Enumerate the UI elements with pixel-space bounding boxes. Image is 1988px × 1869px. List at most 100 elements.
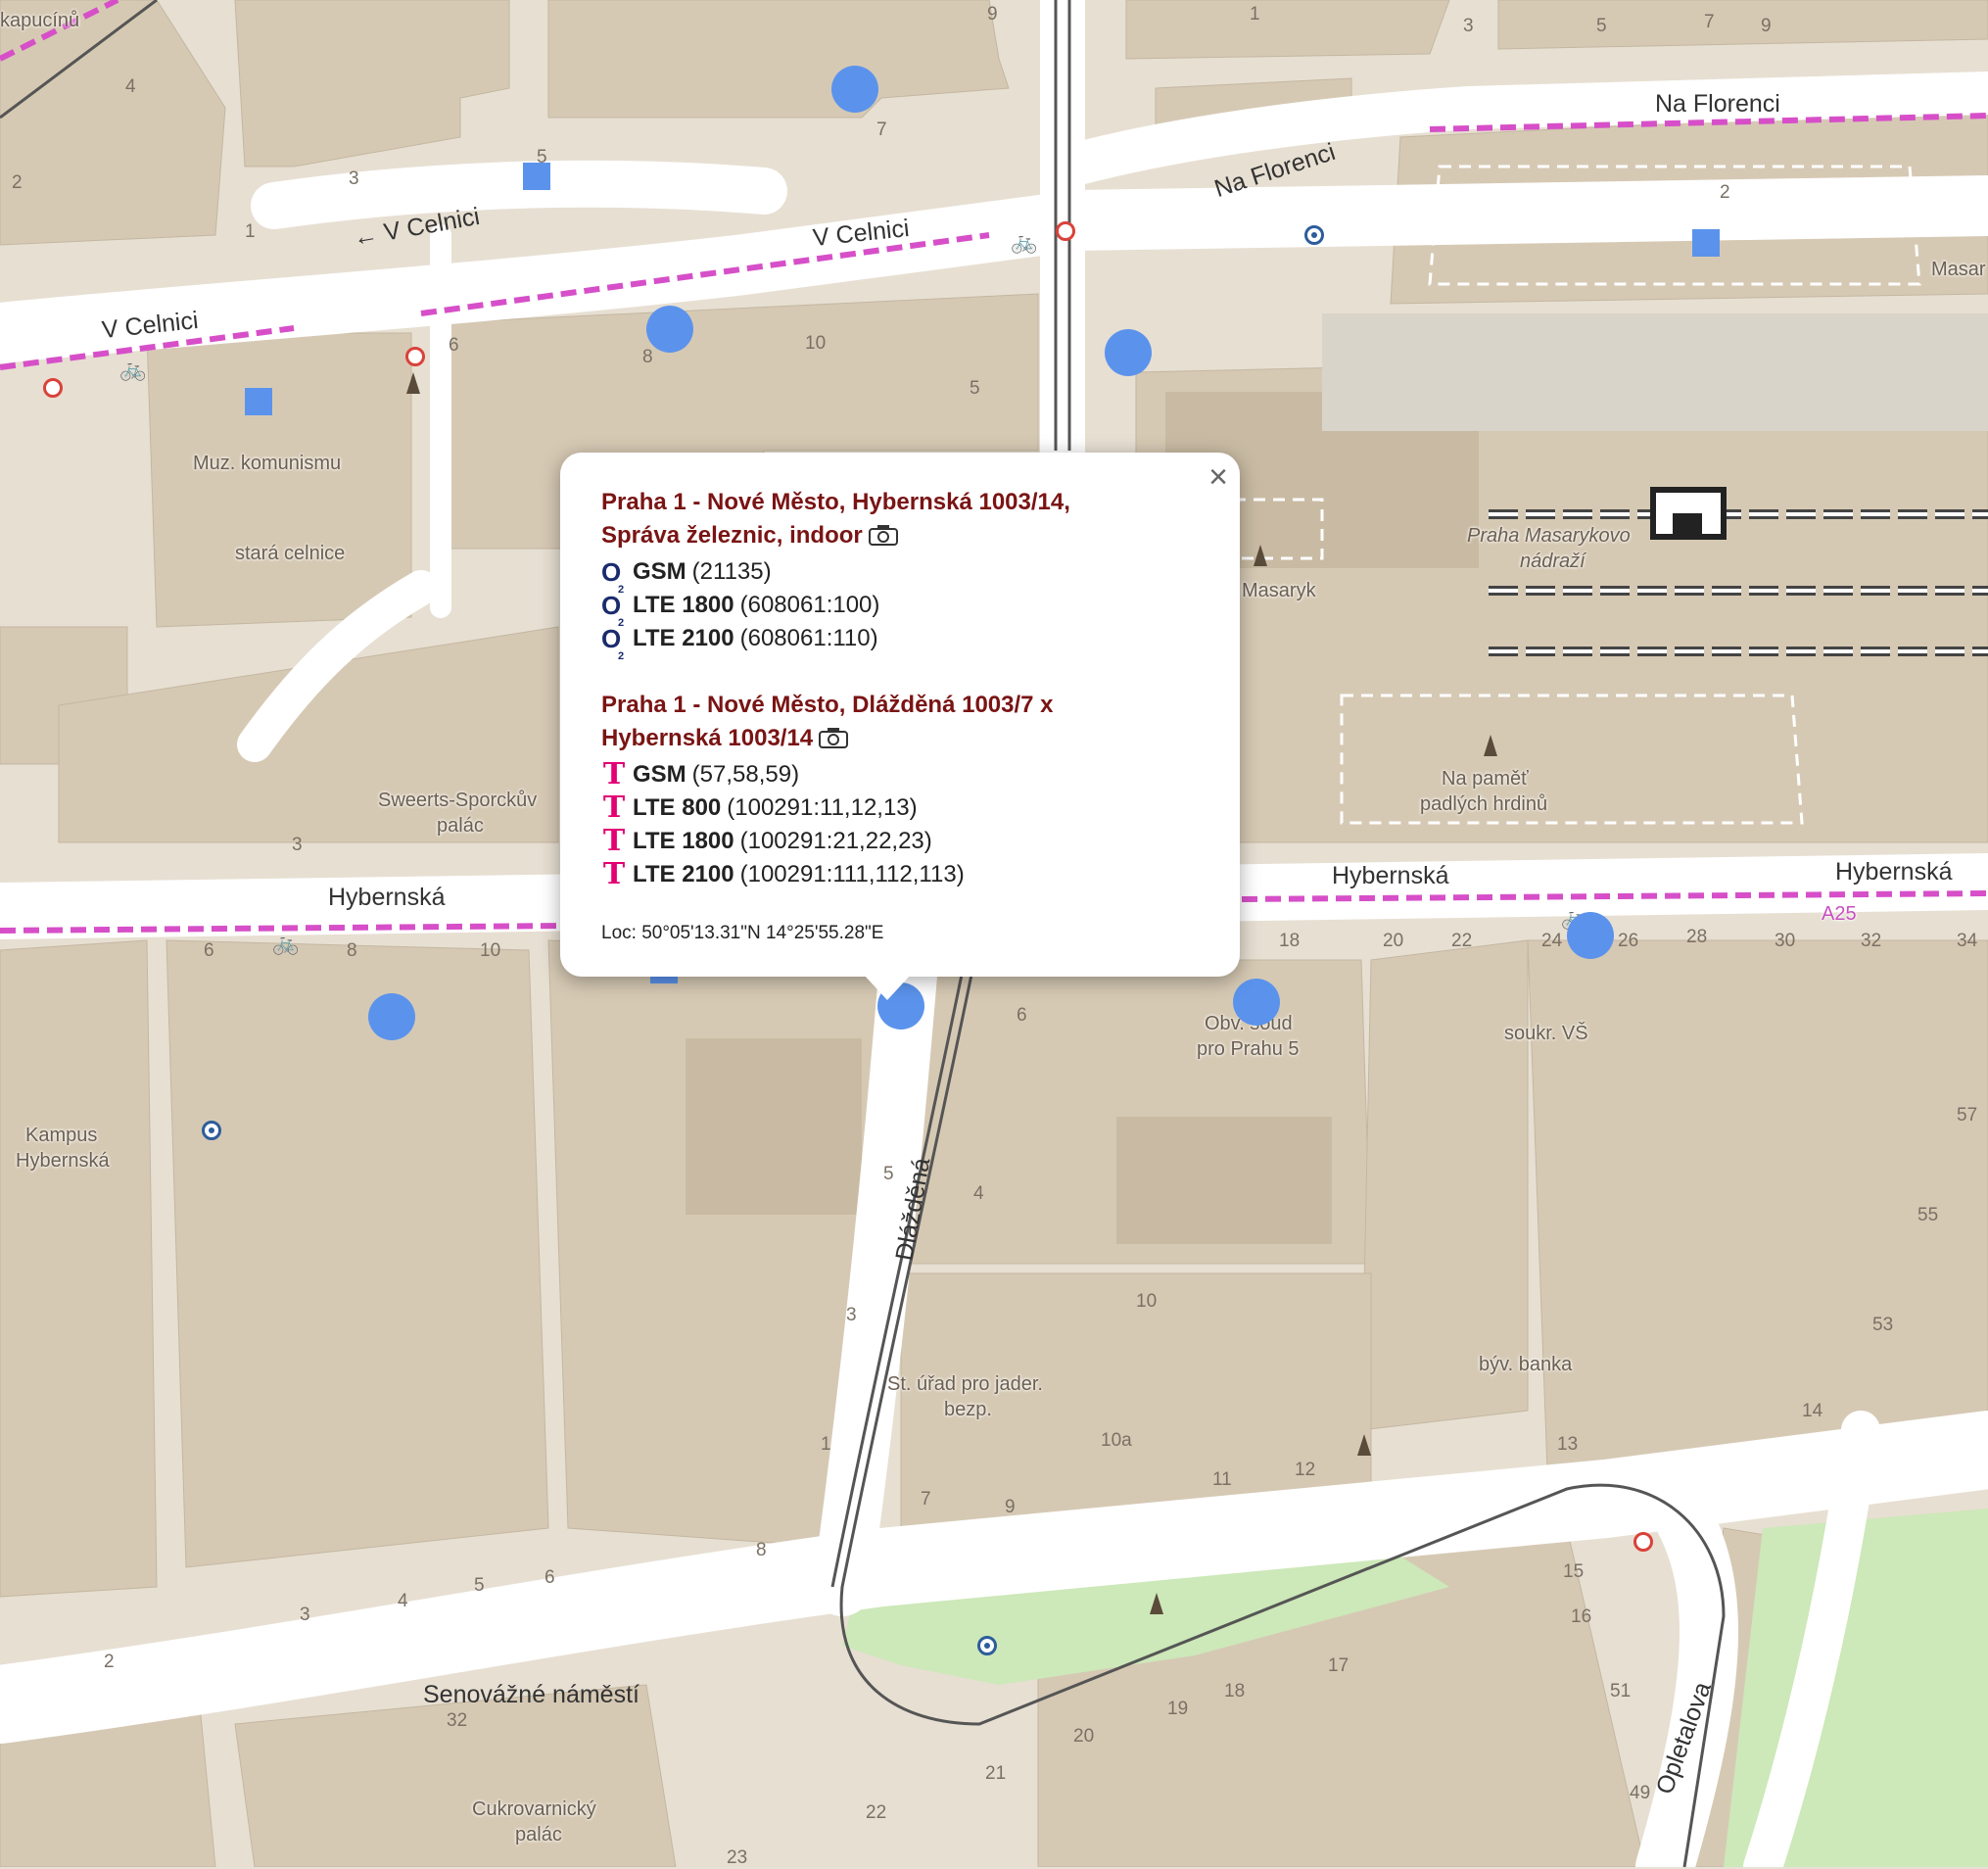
house-number: 3 — [300, 1605, 310, 1625]
house-number: 20 — [1383, 931, 1404, 951]
house-number: 21 — [985, 1763, 1007, 1784]
poi-label: pro Prahu 5 — [1197, 1038, 1300, 1060]
cell-ids: (21135) — [691, 558, 772, 585]
house-number: 6 — [1017, 1005, 1027, 1026]
site-title[interactable]: Hybernská 1003/14 — [601, 722, 1201, 758]
poi-label: nádraží — [1520, 551, 1586, 572]
house-number: 15 — [1563, 1561, 1585, 1582]
street-label: Hybernská — [328, 884, 446, 911]
site-block: Praha 1 - Nové Město, Dlážděná 1003/7 x … — [601, 689, 1201, 891]
cell-site-marker[interactable] — [831, 66, 878, 113]
cell-site-square-marker[interactable] — [523, 163, 550, 190]
close-icon[interactable]: × — [1208, 460, 1228, 494]
poi-label: Na paměť — [1442, 768, 1529, 790]
house-number: 6 — [449, 335, 459, 356]
house-number: 10 — [1136, 1291, 1158, 1312]
poi-label: stará celnice — [235, 543, 346, 564]
popup-pointer — [864, 975, 911, 1000]
tech-row: T LTE 800 (100291:11,12,13) — [601, 791, 1201, 825]
bus-stop-icon[interactable] — [977, 1636, 997, 1655]
tech-row: T LTE 1800 (100291:21,22,23) — [601, 825, 1201, 858]
site-title-line2: Hybernská 1003/14 — [601, 725, 814, 751]
house-number: 4 — [973, 1183, 984, 1204]
monument-icon — [406, 372, 420, 394]
house-number: 3 — [292, 835, 303, 855]
tech-name: GSM — [633, 761, 686, 788]
cell-site-marker[interactable] — [1567, 912, 1614, 959]
street-label: Senovážné náměstí — [423, 1681, 639, 1708]
bicycle-icon: 🚲 — [119, 357, 147, 381]
house-number: 14 — [1802, 1401, 1823, 1421]
tech-row: O 2 LTE 2100 (608061:110) — [601, 622, 1201, 662]
monument-icon — [1357, 1434, 1371, 1456]
house-number: 5 — [883, 1164, 894, 1184]
house-number: 5 — [1596, 16, 1607, 36]
house-number: 57 — [1957, 1105, 1978, 1126]
poi-label: býv. banka — [1479, 1354, 1573, 1375]
tram-stop-icon[interactable] — [1056, 221, 1075, 241]
house-number: 26 — [1618, 931, 1639, 951]
house-number: 9 — [1761, 16, 1772, 36]
cell-site-marker[interactable] — [646, 306, 693, 353]
tech-row: O 2 GSM (21135) — [601, 555, 1201, 596]
house-number: 10 — [480, 940, 501, 961]
house-number: 28 — [1686, 927, 1708, 947]
camera-icon[interactable] — [868, 522, 898, 555]
house-number: 34 — [1957, 931, 1978, 951]
cell-ids: (100291:21,22,23) — [739, 828, 932, 854]
poi-label: palác — [437, 815, 484, 837]
house-number: 49 — [1630, 1783, 1651, 1803]
tech-name: LTE 2100 — [633, 861, 734, 887]
house-number: 9 — [987, 4, 998, 24]
cell-site-square-marker[interactable] — [1692, 229, 1720, 257]
house-number: 22 — [1451, 931, 1473, 951]
tech-name: LTE 1800 — [633, 592, 734, 618]
poi-label: padlých hrdinů — [1420, 793, 1548, 815]
monument-icon — [1254, 545, 1267, 566]
poi-label: Sweerts-Sporckův — [378, 790, 538, 811]
site-title[interactable]: Správa železnic, indoor — [601, 519, 1201, 555]
poi-label: Praha Masarykovo — [1467, 525, 1631, 547]
house-number: 9 — [1005, 1497, 1016, 1517]
house-number: 5 — [970, 378, 980, 399]
house-number: 22 — [866, 1802, 887, 1823]
site-title[interactable]: Praha 1 - Nové Město, Dlážděná 1003/7 x — [601, 689, 1201, 722]
tech-row: T GSM (57,58,59) — [601, 758, 1201, 791]
cell-site-marker[interactable] — [1233, 979, 1280, 1026]
house-number: 53 — [1872, 1315, 1894, 1335]
house-number: 18 — [1224, 1681, 1246, 1701]
poi-label: soukr. VŠ — [1504, 1023, 1588, 1044]
bus-stop-icon[interactable] — [202, 1121, 221, 1140]
site-title-line2: Správa železnic, indoor — [601, 522, 863, 549]
camera-icon[interactable] — [819, 725, 849, 758]
cell-site-marker[interactable] — [1105, 329, 1152, 376]
house-number: 8 — [756, 1540, 767, 1560]
poi-label: Hybernská — [16, 1150, 110, 1172]
tram-stop-icon[interactable] — [1633, 1532, 1653, 1552]
cell-ids: (57,58,59) — [691, 761, 800, 788]
house-number: 24 — [1541, 931, 1563, 951]
house-number: 4 — [125, 76, 136, 97]
cell-ids: (608061:110) — [739, 625, 878, 651]
cell-ids: (100291:111,112,113) — [739, 861, 965, 887]
street-label: kapucínů — [0, 10, 80, 31]
tram-stop-icon[interactable] — [405, 347, 425, 366]
tram-stop-icon[interactable] — [43, 378, 63, 398]
tech-name: LTE 2100 — [633, 625, 734, 651]
house-number: 16 — [1571, 1606, 1592, 1627]
house-number: 11 — [1212, 1469, 1232, 1490]
site-title[interactable]: Praha 1 - Nové Město, Hybernská 1003/14, — [601, 486, 1201, 519]
cell-site-square-marker[interactable] — [245, 388, 272, 415]
house-number: 4 — [398, 1591, 408, 1611]
poi-label: Kampus — [25, 1125, 98, 1146]
house-number: 1 — [821, 1434, 831, 1455]
t-mobile-operator-icon: T — [602, 824, 626, 858]
house-number: 10a — [1101, 1430, 1132, 1451]
poi-label: Masaryk — [1242, 580, 1316, 601]
cell-site-marker[interactable] — [368, 993, 415, 1040]
street-label: Masar — [1931, 259, 1986, 280]
bus-stop-icon[interactable] — [1304, 225, 1324, 245]
cell-ids: (100291:11,12,13) — [727, 794, 918, 821]
house-number: 3 — [1463, 16, 1474, 36]
house-number: 10 — [805, 333, 827, 354]
